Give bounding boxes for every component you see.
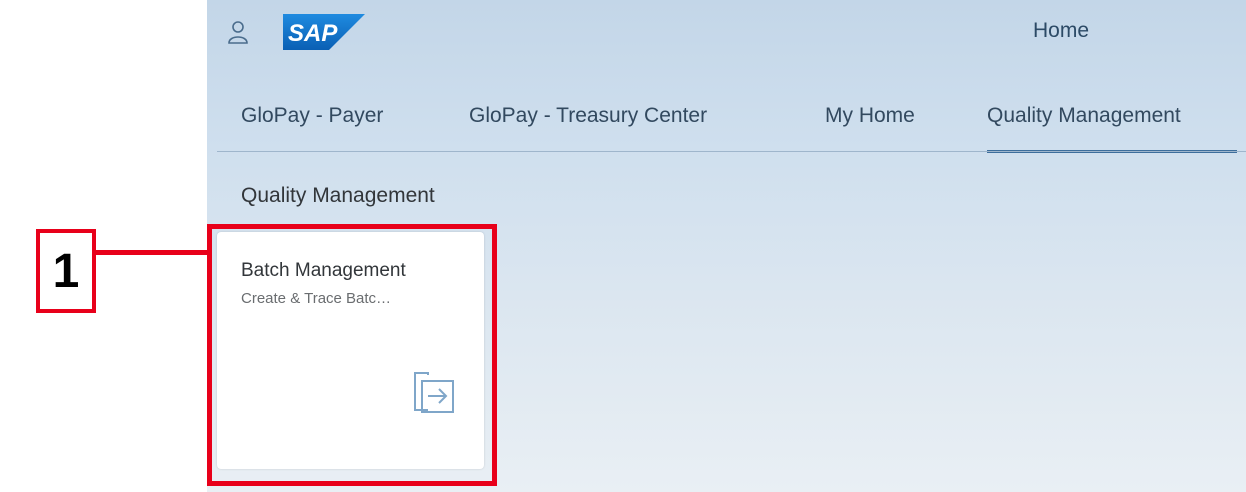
callout-connector-line bbox=[92, 250, 212, 255]
batch-management-tile[interactable]: Batch Management Create & Trace Batc… bbox=[217, 232, 484, 469]
tab-glopay-payer[interactable]: GloPay - Payer bbox=[241, 104, 383, 128]
shell-bar: SAP Home bbox=[207, 0, 1246, 66]
person-icon[interactable] bbox=[227, 20, 249, 44]
tab-bar-divider bbox=[217, 151, 1246, 152]
tile-subtitle: Create & Trace Batc… bbox=[241, 290, 392, 307]
sap-logo[interactable]: SAP bbox=[283, 14, 365, 50]
group-title: Quality Management bbox=[241, 184, 435, 207]
tile-title: Batch Management bbox=[241, 260, 406, 281]
step-callout: 1 bbox=[36, 229, 96, 313]
launch-app-icon bbox=[414, 372, 454, 413]
group-tab-bar: GloPay - Payer GloPay - Treasury Center … bbox=[207, 96, 1246, 153]
tab-my-home[interactable]: My Home bbox=[825, 104, 915, 128]
launchpad-frame: SAP Home GloPay - Payer GloPay - Treasur… bbox=[207, 0, 1246, 492]
tab-glopay-treasury-center[interactable]: GloPay - Treasury Center bbox=[469, 104, 707, 128]
shell-title: Home bbox=[1033, 19, 1090, 42]
sap-logo-text: SAP bbox=[288, 20, 338, 47]
tab-quality-management[interactable]: Quality Management bbox=[987, 104, 1181, 128]
